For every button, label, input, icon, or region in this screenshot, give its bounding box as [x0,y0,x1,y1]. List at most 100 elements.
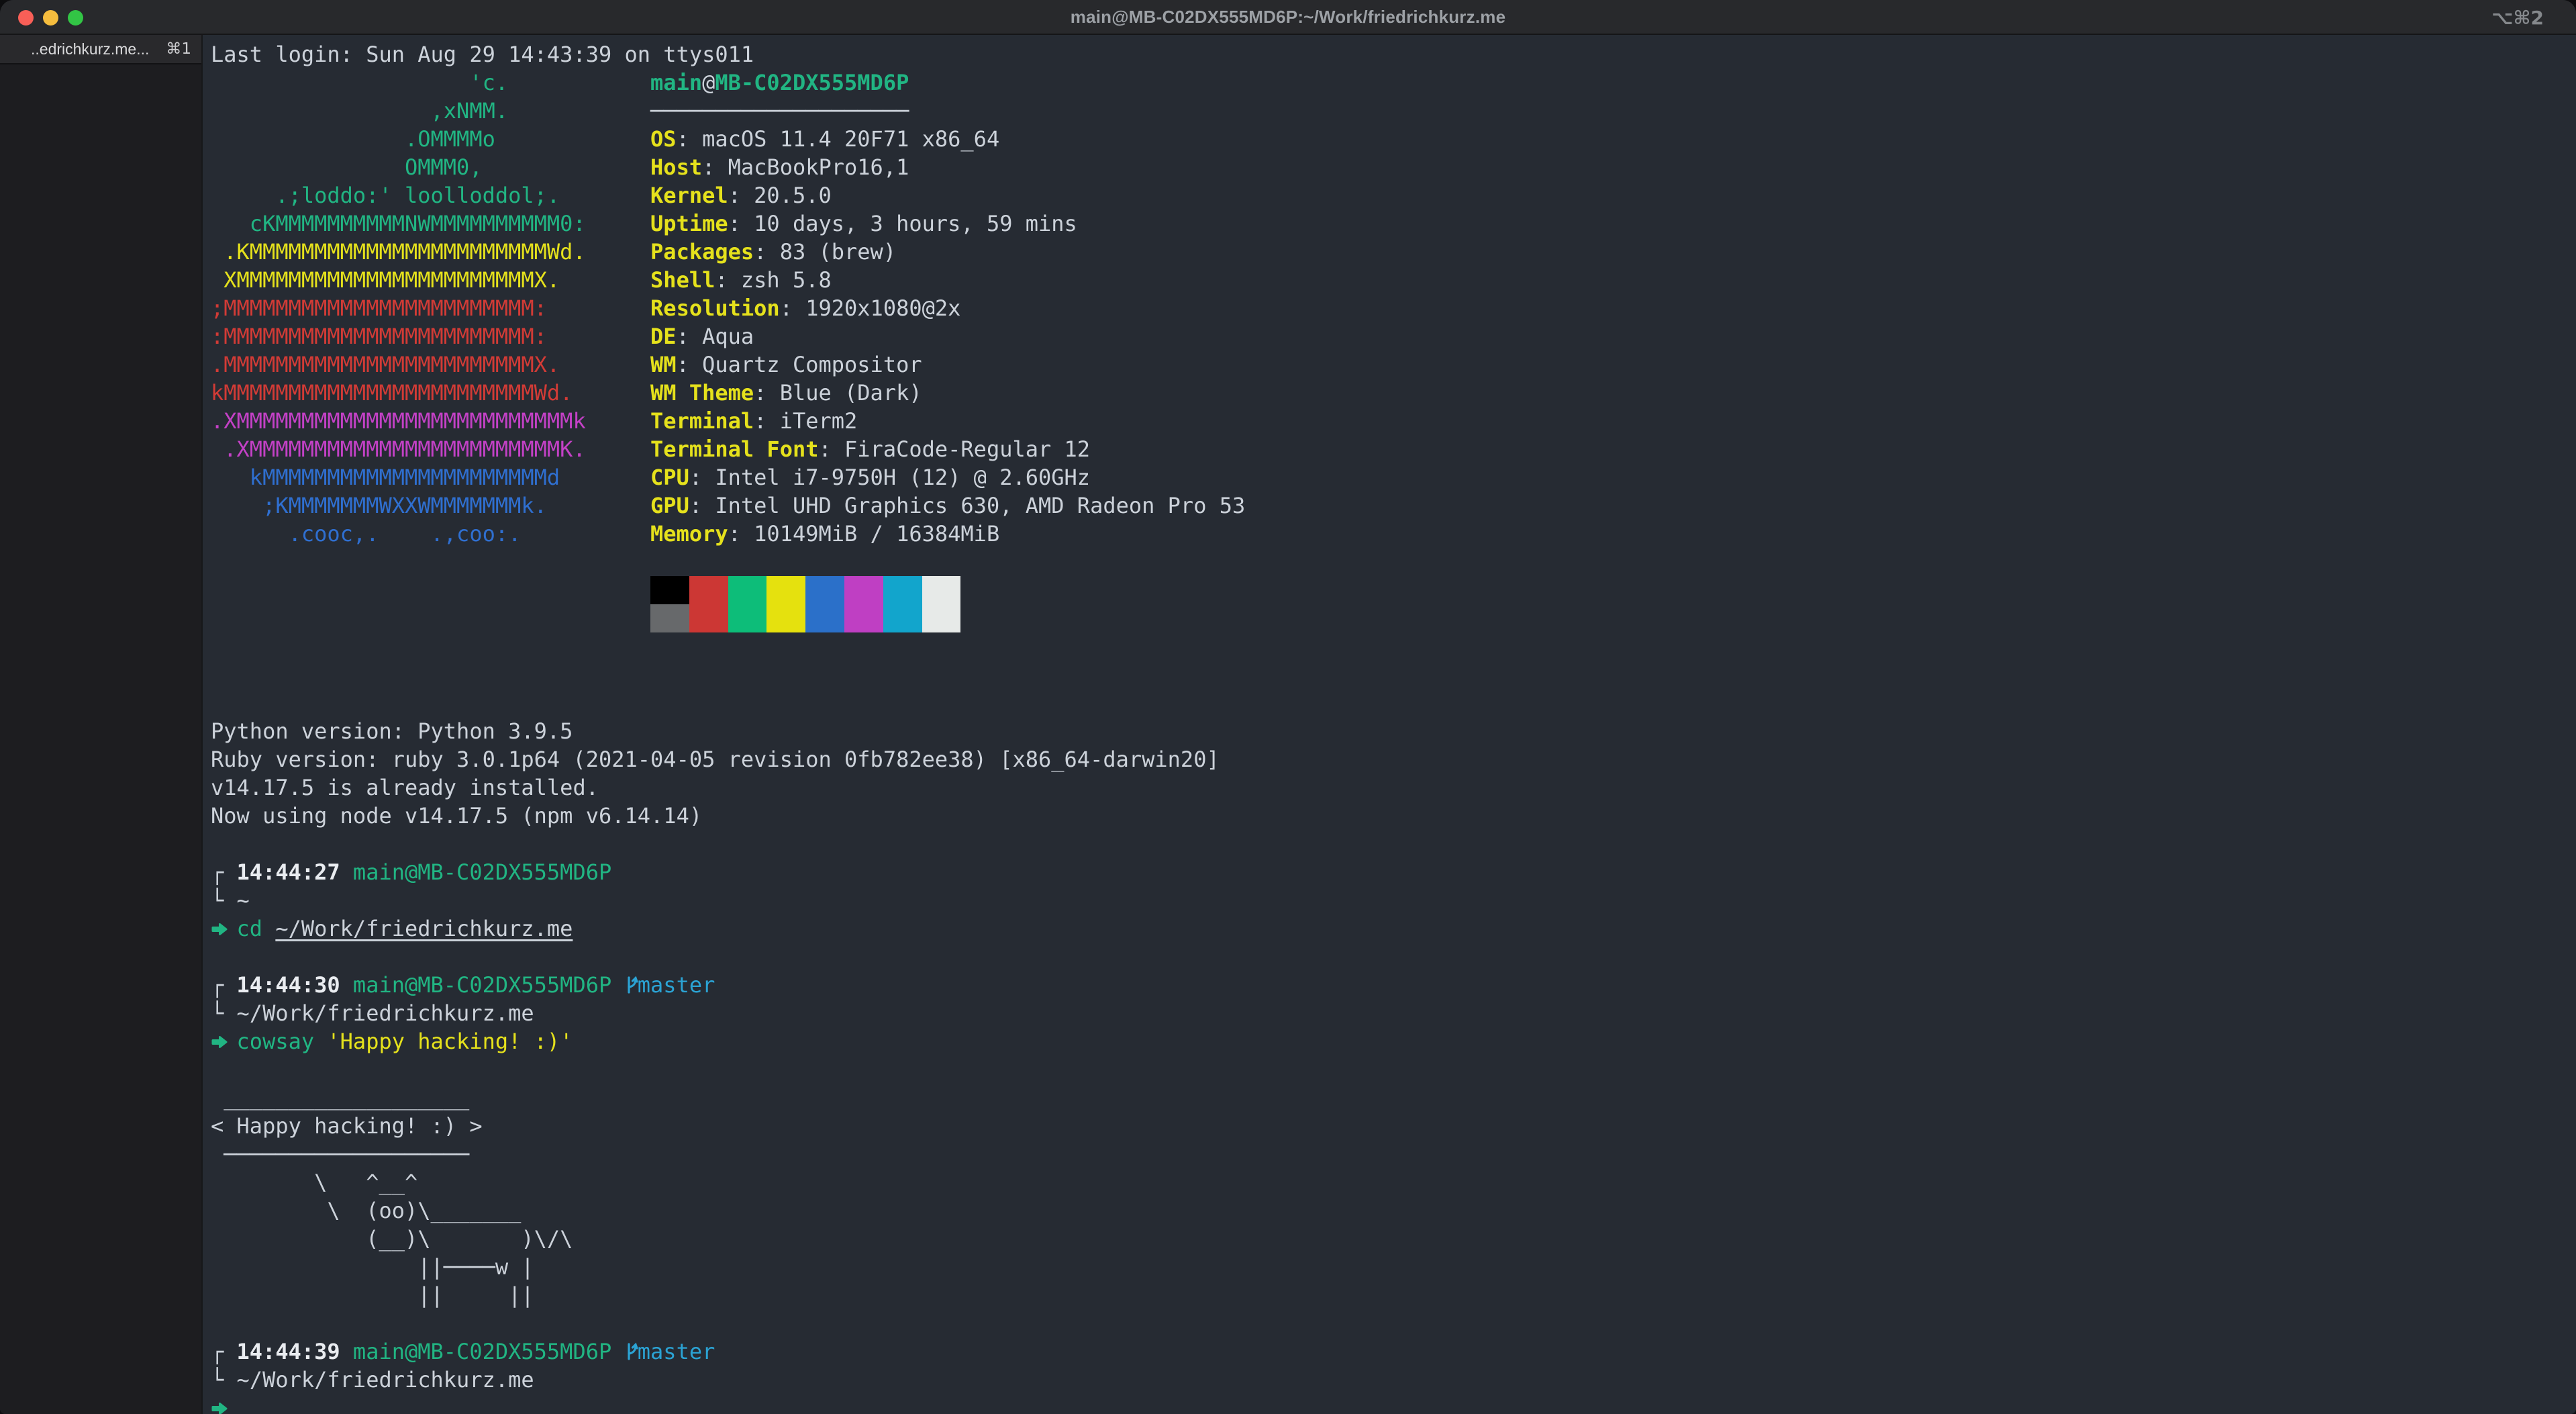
terminal-text: main@MB-C02DX555MD6P [352,859,612,885]
close-button[interactable] [18,10,34,26]
terminal-line: cd ~/Work/friedrichkurz.me [211,914,2576,943]
terminal-text: v14.17.5 is already installed. [211,775,599,800]
terminal-text: Host [650,154,703,180]
terminal-line: v14.17.5 is already installed. [211,773,2576,802]
git-branch-icon [625,971,638,999]
zoom-button[interactable] [68,10,83,26]
terminal-line: └ ~ [211,886,2576,914]
terminal-text: main [650,70,703,95]
terminal-line: kMMMMMMMMMMMMMMMMMMMMMMMMWd. WM Theme: B… [211,379,2576,407]
terminal-line: ,xNMM. ──────────────────── [211,97,2576,125]
ansi-color-swatch [728,604,767,632]
terminal-text: :MMMMMMMMMMMMMMMMMMMMMMMM: [211,324,651,349]
ansi-color-swatch [805,576,845,604]
terminal-line: ─────────────────── [211,1140,2576,1168]
terminal-line: \ (oo)\_______ [211,1196,2576,1225]
terminal-line: .cooc,. .,coo:. Memory: 10149MiB / 16384… [211,520,2576,548]
terminal-text: GPU [650,493,689,518]
terminal-text: └ [211,1367,237,1393]
ansi-color-swatch [689,604,728,632]
tab-friedrichkurz[interactable]: ..edrichkurz.me... ⌘1 [0,35,201,64]
terminal-line: ;MMMMMMMMMMMMMMMMMMMMMMMM: Resolution: 1… [211,294,2576,322]
terminal-text: : FiraCode-Regular 12 [818,436,1091,462]
terminal-line: .XMMMMMMMMMMMMMMMMMMMMMMMMMMk Terminal: … [211,407,2576,435]
terminal-text: : macOS 11.4 20F71 x86_64 [676,126,1000,152]
terminal-line: Python version: Python 3.9.5 [211,717,2576,745]
terminal-line: ___________________ [211,1084,2576,1112]
terminal-text: .XMMMMMMMMMMMMMMMMMMMMMMMMMMk [211,408,651,434]
ansi-color-swatch [922,604,961,632]
terminal-text: .;loddo:' loolloddol;. [211,183,651,208]
terminal-text: : Intel UHD Graphics 630, AMD Radeon Pro… [689,493,1246,518]
terminal-text: Memory [650,521,728,547]
terminal-text: cKMMMMMMMMMMNWMMMMMMMMMM0: [211,211,651,236]
ansi-color-swatch [766,576,806,604]
terminal-line: 'c. main@MB-C02DX555MD6P [211,68,2576,97]
terminal-text: master [637,972,715,998]
terminal-text: Python version: Python 3.9.5 [211,718,573,744]
ansi-color-swatch [922,576,961,604]
terminal-text: 14:44:27 [236,859,340,885]
tab-label: ..edrichkurz.me... [31,40,150,58]
terminal-text: : 10149MiB / 16384MiB [728,521,1000,547]
terminal-line: ||────w | [211,1253,2576,1281]
terminal-text: : Aqua [676,324,754,349]
terminal-line: ┌ 14:44:27 main@MB-C02DX555MD6P [211,858,2576,886]
terminal-line: cKMMMMMMMMMMNWMMMMMMMMMM0: Uptime: 10 da… [211,209,2576,238]
terminal-text: Shell [650,267,715,293]
terminal-text: ┌ [211,972,237,998]
terminal-line: ┌ 14:44:30 main@MB-C02DX555MD6P master [211,971,2576,999]
terminal-text: ||────w | [211,1254,534,1280]
ansi-color-swatch [766,604,806,632]
terminal-text: Resolution [650,295,780,321]
minimize-button[interactable] [43,10,58,26]
terminal-text: Now using node v14.17.5 (npm v6.14.14) [211,803,703,829]
terminal-line: OMMM0, Host: MacBookPro16,1 [211,153,2576,181]
ansi-color-swatch [650,604,689,632]
terminal-text: master [637,1339,715,1364]
terminal-text: main@MB-C02DX555MD6P [352,972,612,998]
terminal-text: DE [650,324,677,349]
terminal-line: ┌ 14:44:39 main@MB-C02DX555MD6P master [211,1337,2576,1366]
tab-sidebar: ..edrichkurz.me... ⌘1 [0,35,203,1414]
terminal-text: OS [650,126,677,152]
prompt-arrow-icon [211,1027,228,1055]
terminal-text: 14:44:30 [236,972,340,998]
terminal-text: .KMMMMMMMMMMMMMMMMMMMMMMMWd. [211,239,651,265]
git-branch-icon [625,1337,638,1366]
terminal-text: ;KMMMMMMMWXXWMMMMMMMk. [211,493,651,518]
terminal-text: ┌ [211,859,237,885]
terminal-line: └ ~/Work/friedrichkurz.me [211,1366,2576,1394]
terminal-line: || || [211,1281,2576,1309]
terminal-line: .MMMMMMMMMMMMMMMMMMMMMMMMX. WM: Quartz C… [211,350,2576,379]
terminal-text: Terminal Font [650,436,819,462]
titlebar[interactable]: main@MB-C02DX555MD6P:~/Work/friedrichkur… [0,0,2576,35]
terminal-text: CPU [650,465,689,490]
prompt-arrow-icon [211,914,228,943]
terminal-text: Terminal [650,408,754,434]
terminal-line: .;loddo:' loolloddol;. Kernel: 20.5.0 [211,181,2576,209]
terminal-text: cowsay [236,1029,315,1054]
terminal-text: XMMMMMMMMMMMMMMMMMMMMMMMX. [211,267,651,293]
ansi-color-swatch [689,576,728,604]
terminal-line: \ ^__^ [211,1168,2576,1196]
terminal-text: Packages [650,239,754,265]
terminal-screen[interactable]: Last login: Sun Aug 29 14:43:39 on ttys0… [203,35,2576,1414]
terminal-text: || || [211,1282,534,1308]
terminal-line: kMMMMMMMMMMMMMMMMMMMMMMd CPU: Intel i7-9… [211,463,2576,491]
terminal-text: ~/Work/friedrichkurz.me [236,1367,534,1393]
terminal-text: MB-C02DX555MD6P [715,70,909,95]
terminal-text: ;MMMMMMMMMMMMMMMMMMMMMMMM: [211,295,651,321]
window-shortcut-badge: ⌥⌘2 [2491,7,2544,29]
terminal-text: ──────────────────── [650,98,909,124]
window-title: main@MB-C02DX555MD6P:~/Work/friedrichkur… [1070,6,1506,27]
terminal-line: .XMMMMMMMMMMMMMMMMMMMMMMMMK. Terminal Fo… [211,435,2576,463]
ansi-color-swatch [883,576,922,604]
terminal-text: └ [211,1000,237,1026]
terminal-line: Ruby version: ruby 3.0.1p64 (2021-04-05 … [211,745,2576,773]
